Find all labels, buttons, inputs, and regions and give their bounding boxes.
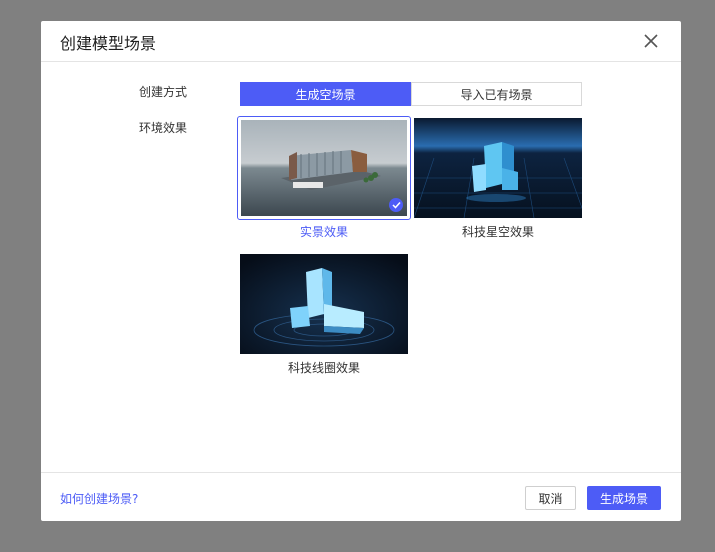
thumbnail-tech-starry: [414, 118, 582, 218]
generate-scene-button[interactable]: 生成场景: [587, 486, 661, 510]
effect-card-tech-coil[interactable]: 科技线圈效果: [240, 254, 408, 377]
thumbnail-realistic: [241, 120, 407, 216]
help-link[interactable]: 如何创建场景?: [60, 490, 138, 507]
effect-label-tech-coil: 科技线圈效果: [287, 361, 360, 375]
thumbnail-tech-coil: [240, 254, 408, 354]
environment-label: 环境效果: [139, 121, 188, 135]
selected-check-icon: [389, 198, 403, 212]
dialog-footer: 如何创建场景? 取消 生成场景: [41, 472, 681, 521]
creation-mode-label: 创建方式: [139, 85, 188, 99]
create-scene-dialog: 创建模型场景 创建方式 生成空场景 导入已有场景 环境效果 实景效果 科技星空效…: [41, 21, 681, 521]
effect-label-tech-starry: 科技星空效果: [461, 225, 534, 239]
dialog-title: 创建模型场景: [60, 34, 157, 53]
mode-option-import-scene[interactable]: 导入已有场景: [411, 82, 582, 106]
effect-card-realistic[interactable]: 实景效果: [237, 116, 411, 241]
cancel-button[interactable]: 取消: [525, 486, 576, 510]
effect-card-tech-starry[interactable]: 科技星空效果: [414, 118, 582, 241]
dialog-header: 创建模型场景: [41, 21, 681, 62]
close-icon[interactable]: [643, 33, 659, 49]
effect-label-realistic: 实景效果: [299, 225, 348, 239]
mode-option-empty-scene[interactable]: 生成空场景: [240, 82, 411, 106]
